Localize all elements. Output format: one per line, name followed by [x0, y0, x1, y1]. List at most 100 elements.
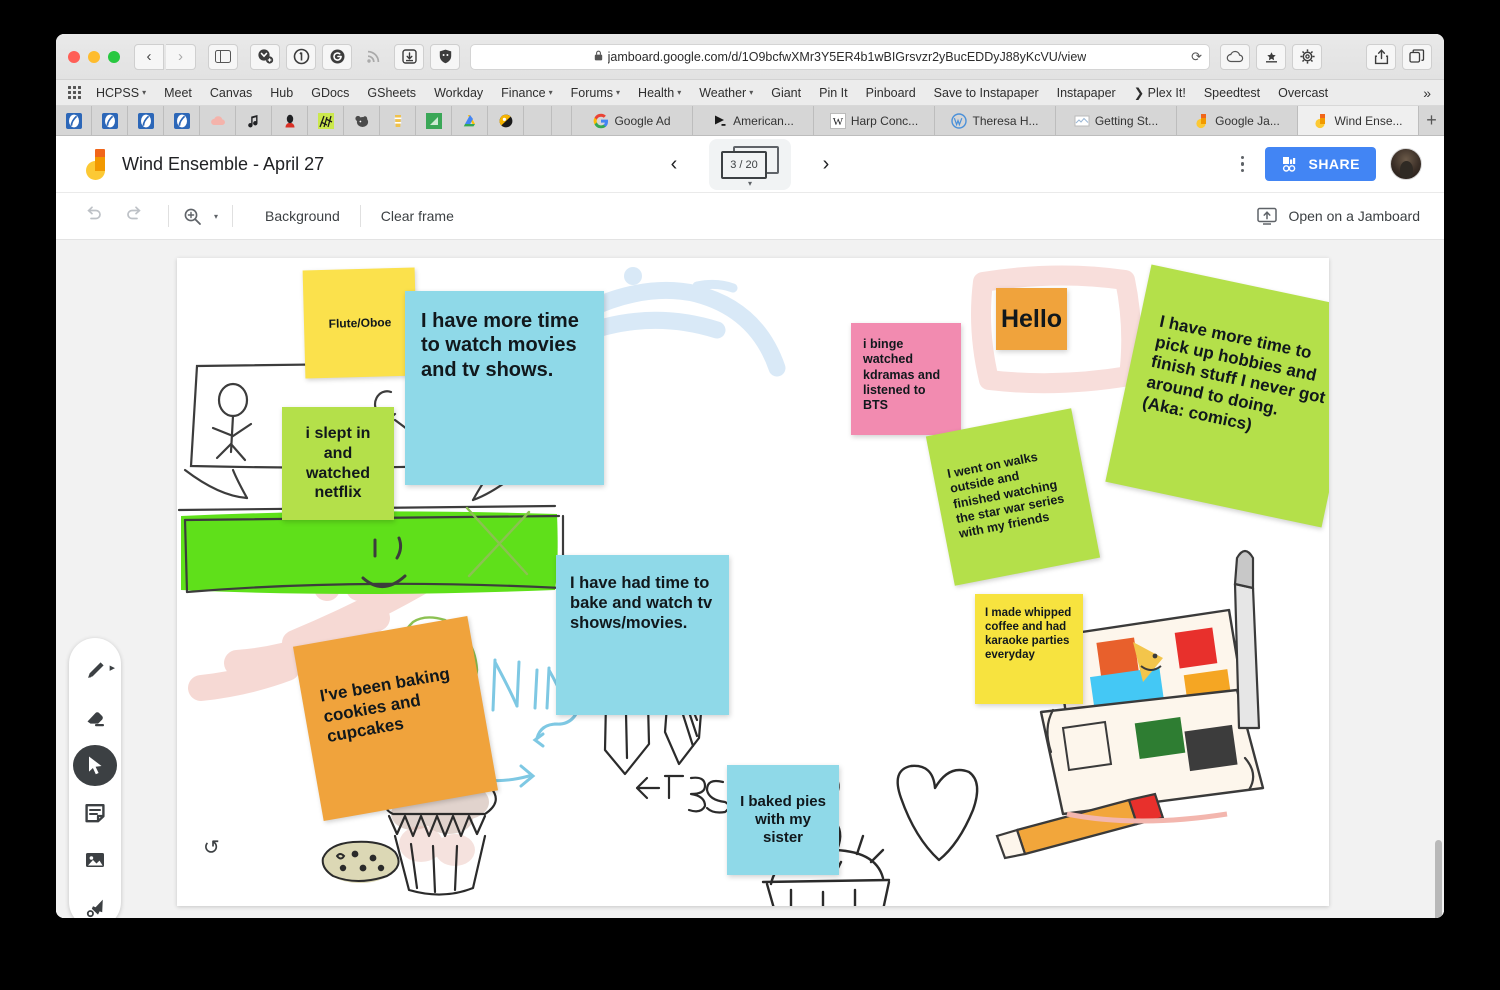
tab-bluebird-2[interactable] [92, 106, 128, 135]
sticky-note-hello[interactable]: Hello [996, 288, 1067, 350]
bookmark-hub[interactable]: Hub [261, 84, 302, 102]
frame-selector[interactable]: 3 / 20 ▾ [709, 138, 791, 190]
pen-options-caret-icon[interactable]: ▶ [110, 664, 115, 672]
bookmark-canvas[interactable]: Canvas [201, 84, 261, 102]
tab-american[interactable]: American... [693, 106, 814, 135]
bookmark-plex-it[interactable]: ❯ Plex It! [1125, 83, 1195, 102]
sticky-note-baking-cookies[interactable]: I've been baking cookies and cupcakes [292, 615, 499, 822]
tab-wind-ensemble[interactable]: Wind Ense... [1298, 106, 1419, 135]
bookmark-forums[interactable]: Forums ▾ [562, 84, 629, 102]
canvas-undo-glyph[interactable]: ↺ [203, 835, 220, 860]
ghostery-extension-button[interactable] [430, 43, 460, 70]
bookmark-pinboard[interactable]: Pinboard [857, 84, 925, 102]
bookmark-button[interactable] [1256, 43, 1286, 70]
background-button[interactable]: Background [247, 208, 358, 224]
onepassword-extension-button[interactable] [286, 43, 316, 70]
share-button[interactable]: SHARE [1265, 147, 1376, 181]
tab-harp-concerto[interactable]: W Harp Conc... [814, 106, 935, 135]
bookmark-instapaper[interactable]: Instapaper [1048, 84, 1125, 102]
reload-button[interactable]: ⟳ [1191, 49, 1202, 65]
tab-overview-button[interactable] [1402, 43, 1432, 70]
bookmark-hcpss[interactable]: HCPSS ▾ [87, 84, 155, 102]
tool-sticky-note[interactable] [73, 792, 117, 833]
avatar[interactable] [1390, 148, 1422, 180]
bookmark-weather[interactable]: Weather ▾ [690, 84, 762, 102]
apps-grid-icon[interactable] [68, 86, 81, 99]
tab-bluebird-3[interactable] [128, 106, 164, 135]
instapaper-save-button[interactable] [394, 43, 424, 70]
address-bar[interactable]: jamboard.google.com/d/1O9bcfwXMr3Y5ER4b1… [470, 43, 1210, 70]
tab-grass[interactable] [308, 106, 344, 135]
sticky-note-time-to-bake[interactable]: I have had time to bake and watch tv sho… [556, 555, 729, 715]
bookmarks-overflow-button[interactable]: » [1423, 85, 1434, 101]
maximize-window-button[interactable] [108, 50, 120, 63]
sidebar-toggle-button[interactable] [208, 43, 238, 70]
share-page-button[interactable] [1366, 43, 1396, 70]
forward-button[interactable]: › [166, 43, 196, 70]
open-on-jamboard-button[interactable]: Open on a Jamboard [1256, 206, 1426, 226]
icloud-button[interactable] [1220, 43, 1250, 70]
bookmark-workday[interactable]: Workday [425, 84, 492, 102]
canvas-area[interactable]: Flute/Oboe I have more time to watch mov… [56, 240, 1444, 918]
bookmark-overcast[interactable]: Overcast [1269, 84, 1337, 102]
tab-bluebird-4[interactable] [164, 106, 200, 135]
tab-person[interactable] [272, 106, 308, 135]
tab-music[interactable] [236, 106, 272, 135]
vertical-scrollbar[interactable] [1435, 840, 1442, 918]
tab-mailchimp[interactable] [344, 106, 380, 135]
svg-text:W: W [833, 116, 844, 128]
bookmark-meet[interactable]: Meet [155, 84, 201, 102]
bookmark-gsheets[interactable]: GSheets [358, 84, 425, 102]
tab-coffee[interactable] [380, 106, 416, 135]
tab-green-square[interactable] [416, 106, 452, 135]
redo-button[interactable] [114, 205, 154, 227]
bookmark-finance[interactable]: Finance ▾ [492, 84, 562, 102]
bookmark-gdocs[interactable]: GDocs [302, 84, 358, 102]
sticky-note-slept-in-netflix[interactable]: i slept in and watched netflix [282, 407, 394, 520]
sticky-note-flute-oboe[interactable]: Flute/Oboe [302, 267, 418, 379]
jam-frame[interactable]: Flute/Oboe I have more time to watch mov… [177, 258, 1329, 906]
bookmark-speedtest[interactable]: Speedtest [1195, 84, 1269, 102]
bookmark-pin-it[interactable]: Pin It [810, 84, 857, 102]
previous-frame-button[interactable]: ‹ [661, 154, 687, 174]
undo-button[interactable] [74, 205, 114, 227]
sticky-note-baked-pies[interactable]: I baked pies with my sister [727, 765, 839, 875]
settings-button[interactable] [1292, 43, 1322, 70]
clear-frame-button[interactable]: Clear frame [363, 208, 472, 224]
sticky-note-whipped-coffee[interactable]: I made whipped coffee and had karaoke pa… [975, 594, 1083, 704]
tab-bluebird-1[interactable] [56, 106, 92, 135]
bookmarks-bar: HCPSS ▾ Meet Canvas Hub GDocs GSheets Wor… [56, 80, 1444, 106]
tool-image[interactable] [73, 839, 117, 880]
next-frame-button[interactable]: › [813, 154, 839, 174]
zoom-dropdown-caret[interactable]: ▾ [214, 212, 218, 221]
more-options-button[interactable] [1233, 155, 1251, 173]
tab-google-ad[interactable]: Google Ad [572, 106, 693, 135]
page-title[interactable]: Wind Ensemble - April 27 [122, 154, 324, 175]
tool-laser-pointer[interactable] [73, 887, 117, 918]
zoom-control[interactable]: ▾ [183, 207, 218, 226]
tool-pen[interactable]: ▶ [73, 650, 117, 691]
tab-cloud[interactable] [200, 106, 236, 135]
tab-theresa-h[interactable]: Theresa H... [935, 106, 1056, 135]
sticky-note-binge-kdramas[interactable]: i binge watched kdramas and listened to … [851, 323, 961, 435]
minimize-window-button[interactable] [88, 50, 100, 63]
heart-sketch [896, 764, 979, 862]
new-tab-button[interactable]: + [1419, 106, 1444, 135]
tab-google-drive[interactable] [452, 106, 488, 135]
bookmark-health[interactable]: Health ▾ [629, 84, 690, 102]
tab-getting-started[interactable]: Getting St... [1056, 106, 1177, 135]
grammarly-extension-button[interactable] [322, 43, 352, 70]
tab-sonos[interactable] [488, 106, 524, 135]
rss-extension-button[interactable] [358, 44, 388, 70]
back-button[interactable]: ‹ [134, 43, 164, 70]
tool-eraser[interactable] [73, 697, 117, 738]
note-text: Hello [1000, 304, 1063, 333]
bookmark-giant[interactable]: Giant [762, 84, 810, 102]
sticky-note-walks-star-wars[interactable]: I went on walks outside and finished wat… [925, 408, 1101, 586]
close-window-button[interactable] [68, 50, 80, 63]
tool-select[interactable] [73, 744, 117, 786]
sticky-note-more-time-tv[interactable]: I have more time to watch movies and tv … [405, 291, 604, 485]
tab-google-jamboard[interactable]: Google Ja... [1177, 106, 1298, 135]
bookmark-save-to-instapaper[interactable]: Save to Instapaper [925, 84, 1048, 102]
pocket-extension-button[interactable] [250, 43, 280, 70]
